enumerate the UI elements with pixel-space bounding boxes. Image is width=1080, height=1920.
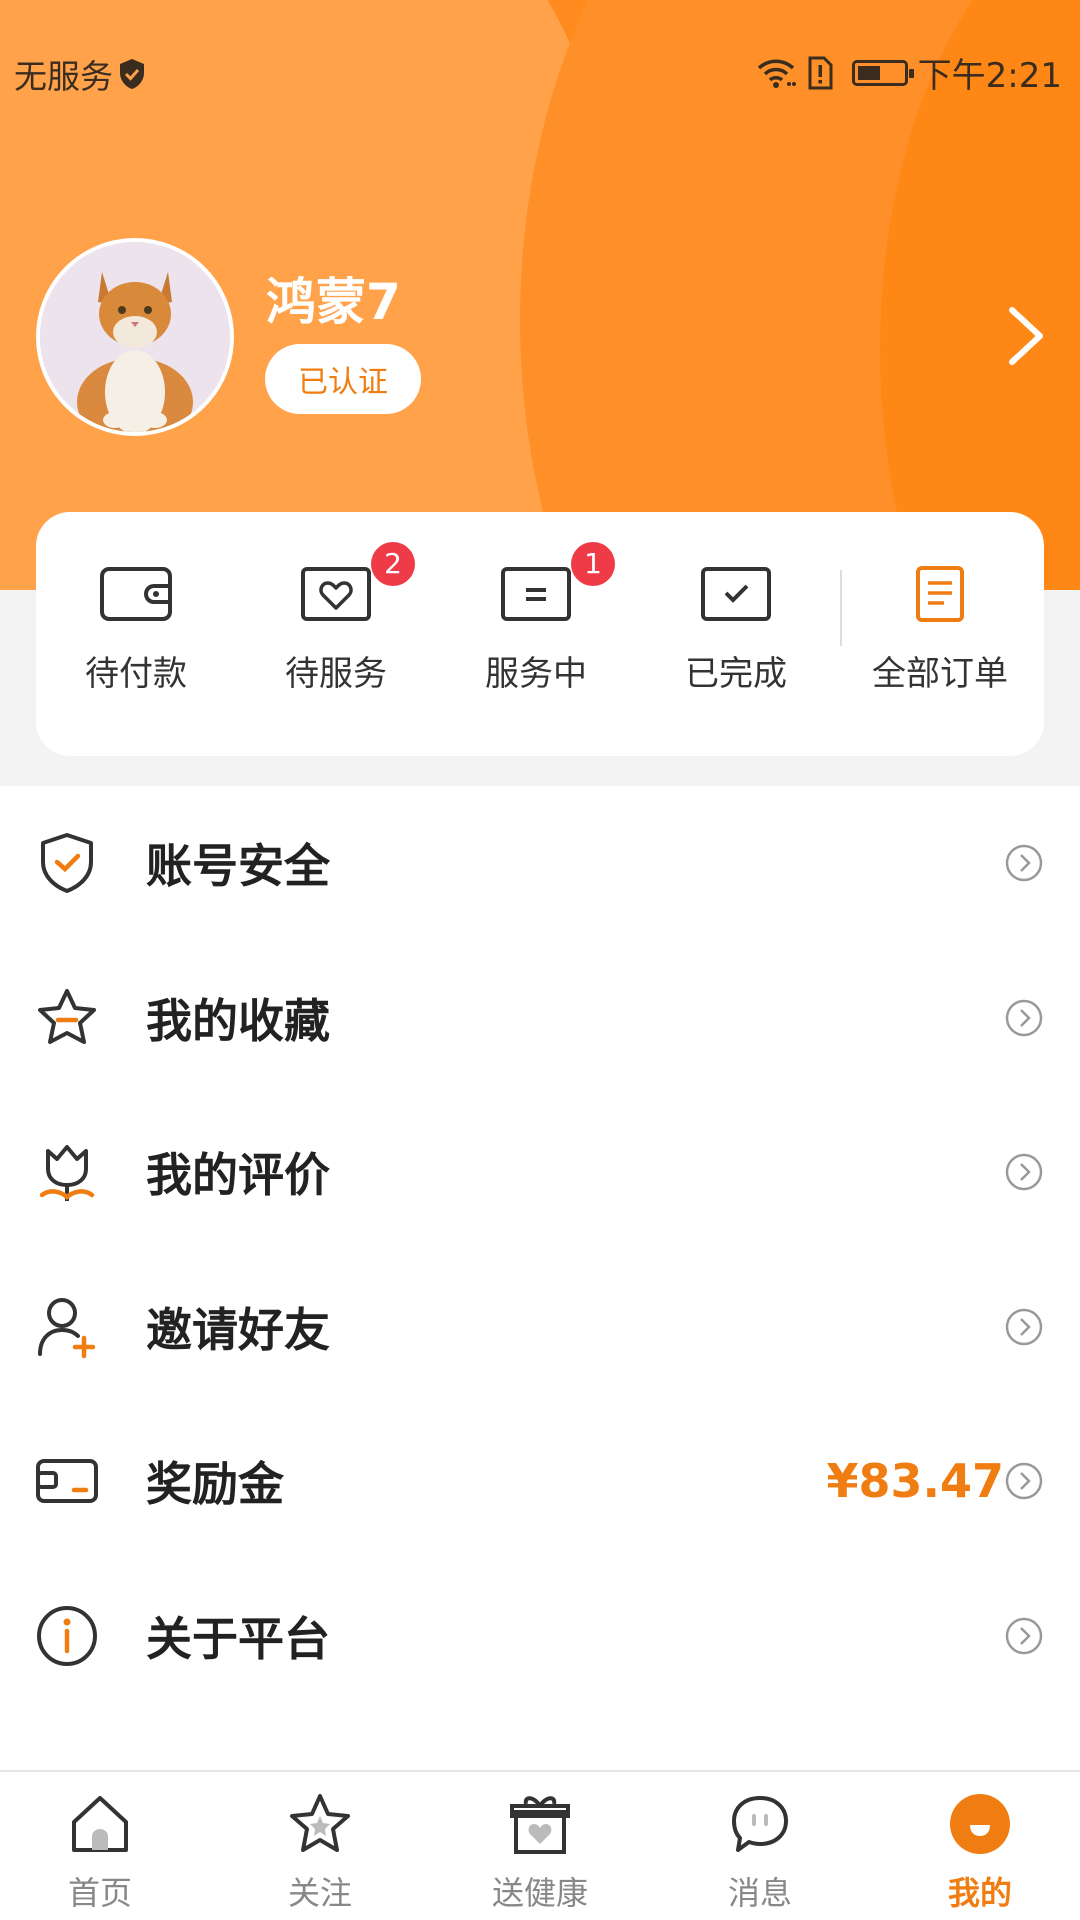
menu-item-rewards[interactable]: 奖励金 ¥83.47 (0, 1404, 1080, 1559)
chevron-right-icon (1005, 1617, 1043, 1654)
username: 鸿蒙7 (266, 273, 401, 331)
order-pending-payment[interactable]: 待付款 (36, 566, 236, 695)
badge-count: 1 (571, 542, 615, 586)
order-completed[interactable]: 已完成 (636, 566, 836, 695)
status-right: 下午2:21 (756, 48, 1062, 97)
add-user-icon (38, 1297, 96, 1358)
tab-label: 送健康 (491, 1874, 588, 1912)
star-icon (38, 988, 96, 1044)
tab-label: 首页 (67, 1874, 132, 1912)
order-label: 待付款 (85, 654, 187, 694)
tab-label: 消息 (727, 1874, 792, 1912)
shield-check-icon (120, 59, 144, 89)
menu-item-reviews[interactable]: 我的评价 (0, 1095, 1080, 1250)
check-card-icon (701, 567, 771, 621)
avatar[interactable] (36, 238, 234, 436)
menu-label: 关于平台 (146, 1611, 330, 1666)
shield-check-icon (41, 833, 93, 894)
order-label: 服务中 (485, 654, 587, 694)
order-label: 待服务 (285, 654, 387, 694)
order-all[interactable]: 全部订单 (840, 566, 1040, 695)
wallet-card-icon (36, 1459, 98, 1504)
chevron-right-icon (1005, 999, 1043, 1036)
chat-icon (732, 1796, 788, 1852)
menu-item-invite-friends[interactable]: 邀请好友 (0, 1250, 1080, 1405)
flower-icon (39, 1145, 95, 1202)
chevron-right-icon (1005, 1463, 1043, 1500)
chevron-right-icon (1005, 845, 1043, 882)
menu-list: 账号安全 我的收藏 我的评价 邀请好友 奖励金 ¥83.47 关于平台 (0, 786, 1080, 1713)
verified-badge: 已认证 (265, 344, 421, 414)
reward-amount: ¥83.47 (826, 1454, 1004, 1509)
cat-avatar-image (40, 242, 230, 432)
star-icon (290, 1794, 350, 1852)
order-in-service[interactable]: 1 服务中 (436, 542, 636, 695)
carrier-label: 无服务 (14, 57, 113, 96)
menu-item-account-security[interactable]: 账号安全 (0, 786, 1080, 941)
order-label: 已完成 (685, 654, 787, 694)
tab-home[interactable]: 首页 (20, 1792, 180, 1914)
document-icon (916, 566, 964, 622)
carrier-status: 无服务 (14, 50, 147, 98)
order-label: 全部订单 (872, 654, 1008, 694)
menu-label: 奖励金 (146, 1457, 284, 1512)
chevron-right-icon (1005, 1154, 1043, 1191)
tab-follow[interactable]: 关注 (240, 1792, 400, 1914)
wallet-icon (100, 567, 172, 621)
card-icon (501, 567, 571, 621)
tab-label: 关注 (287, 1874, 352, 1912)
info-icon (37, 1605, 97, 1666)
chevron-right-icon (1005, 1308, 1043, 1345)
menu-label: 账号安全 (146, 839, 330, 894)
battery-icon (851, 59, 914, 86)
menu-item-favorites[interactable]: 我的收藏 (0, 941, 1080, 1096)
order-pending-service[interactable]: 2 待服务 (236, 542, 436, 695)
profile-screen: 无服务 下午2:21 鸿蒙7 已认证 待付款 2 待服务 1 服务中 已完成 全… (0, 0, 1080, 1920)
order-card: 待付款 2 待服务 1 服务中 已完成 全部订单 (36, 512, 1044, 756)
menu-label: 邀请好友 (146, 1302, 330, 1357)
home-icon (72, 1796, 128, 1852)
menu-label: 我的收藏 (146, 993, 330, 1048)
gift-icon (510, 1796, 570, 1854)
menu-label: 我的评价 (146, 1148, 330, 1203)
no-sim-icon (808, 56, 833, 89)
tab-messages[interactable]: 消息 (680, 1792, 840, 1914)
tab-send-health[interactable]: 送健康 (460, 1792, 620, 1914)
profile-icon (950, 1794, 1010, 1854)
wifi-icon (757, 59, 796, 88)
bottom-tab-bar: 首页 关注 送健康 消息 我的 (0, 1770, 1080, 1920)
badge-count: 2 (371, 542, 415, 586)
tab-label: 我的 (947, 1874, 1012, 1912)
status-time: 下午2:21 (917, 56, 1062, 96)
menu-item-about[interactable]: 关于平台 (0, 1559, 1080, 1714)
chevron-right-icon[interactable] (1004, 304, 1048, 368)
heart-card-icon (301, 567, 371, 621)
tab-mine[interactable]: 我的 (900, 1792, 1060, 1914)
status-bar: 无服务 下午2:21 (0, 40, 1080, 104)
